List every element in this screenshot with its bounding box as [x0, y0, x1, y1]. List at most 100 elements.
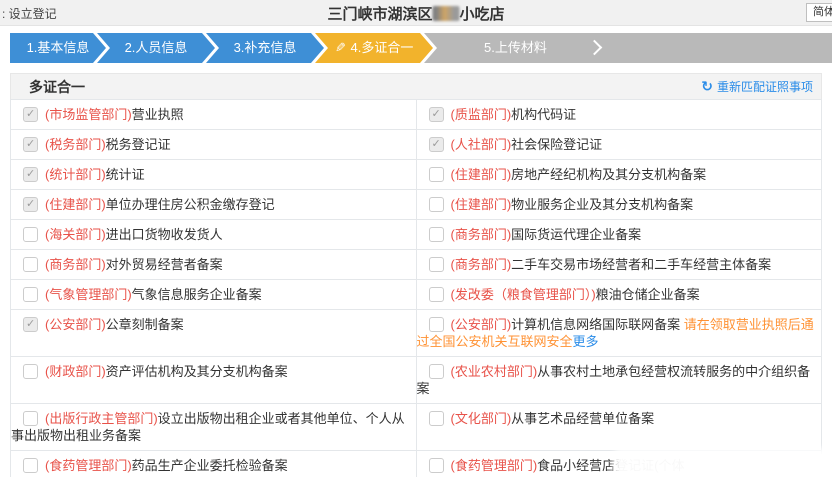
page-title-prefix: 三门峡市湖滨区	[327, 6, 432, 23]
cert-label: 物业服务企业及其分支机构备案	[511, 197, 693, 212]
wizard-step-5-label: 5.上传材料	[484, 40, 547, 55]
cert-label: 二手车交易市场经营者和二手车经营主体备案	[511, 257, 771, 272]
cert-cell: (商务部门)国际货运代理企业备案	[416, 220, 822, 250]
checkbox[interactable]	[429, 411, 444, 426]
wizard-step-3-label: 3.补充信息	[234, 40, 297, 55]
refresh-icon: ↻	[701, 78, 713, 95]
checkbox[interactable]	[23, 197, 38, 212]
cert-label: 粮油仓储企业备案	[596, 287, 700, 302]
wizard-step-4-label: 4.多证合一	[351, 40, 414, 55]
language-button[interactable]: 简体	[806, 3, 832, 22]
censored-region	[619, 454, 831, 477]
dept-label: (质监部门)	[451, 107, 512, 122]
more-link[interactable]: 更多	[573, 334, 599, 349]
wizard-step-5[interactable]: 5.上传材料	[424, 33, 832, 63]
dept-label: (气象管理部门)	[45, 287, 132, 302]
cert-cell: (税务部门)税务登记证	[11, 130, 417, 160]
cert-cell: (商务部门)二手车交易市场经营者和二手车经营主体备案	[416, 250, 822, 280]
table-row: (财政部门)资产评估机构及其分支机构备案 (农业农村部门)从事农村土地承包经营权…	[11, 357, 822, 404]
checkbox[interactable]	[23, 257, 38, 272]
cert-cell: (出版行政主管部门)设立出版物出租企业或者其他单位、个人从事出版物出租业务备案	[11, 404, 417, 451]
wizard-step-2-label: 2.人员信息	[125, 40, 188, 55]
cert-label: 统计证	[106, 167, 145, 182]
cert-cell: (食药管理部门)药品生产企业委托检验备案	[11, 451, 417, 477]
dept-label: (住建部门)	[451, 197, 512, 212]
checkbox[interactable]	[429, 167, 444, 182]
checkbox[interactable]	[23, 167, 38, 182]
dept-label: (文化部门)	[451, 411, 512, 426]
page-title: 三门峡市湖滨区 小吃店	[327, 3, 504, 24]
checkbox[interactable]	[429, 227, 444, 242]
cert-label: 计算机信息网络国际联网备案	[511, 317, 680, 332]
cert-cell: (公安部门)公章刻制备案	[11, 310, 417, 357]
cert-cell: (商务部门)对外贸易经营者备案	[11, 250, 417, 280]
checkbox[interactable]	[429, 287, 444, 302]
cert-label: 单位办理住房公积金缴存登记	[106, 197, 275, 212]
rematch-certificates-link[interactable]: ↻ 重新匹配证照事项	[701, 78, 813, 95]
checkbox[interactable]	[23, 317, 38, 332]
cert-cell: (质监部门)机构代码证	[416, 100, 822, 130]
cert-cell: (人社部门)社会保险登记证	[416, 130, 822, 160]
cert-label: 社会保险登记证	[511, 137, 602, 152]
cert-label: 房地产经纪机构及其分支机构备案	[511, 167, 706, 182]
cert-cell: (农业农村部门)从事农村土地承包经营权流转服务的中介组织备案	[416, 357, 822, 404]
checkbox[interactable]	[23, 227, 38, 242]
cert-cell: (公安部门)计算机信息网络国际联网备案 请在领取营业执照后通过全国公安机关互联网…	[416, 310, 822, 357]
wizard-step-1[interactable]: 1.基本信息	[10, 33, 106, 63]
cert-label: 进出口货物收发货人	[106, 227, 223, 242]
wizard-step-4-active[interactable]: ✎4.多证合一	[315, 33, 433, 63]
registration-type-label: : 设立登记	[2, 5, 57, 22]
checkbox[interactable]	[429, 107, 444, 122]
checkbox[interactable]	[429, 364, 444, 379]
checkbox[interactable]	[23, 411, 38, 426]
checkbox[interactable]	[429, 458, 444, 473]
table-row: (统计部门)统计证 (住建部门)房地产经纪机构及其分支机构备案	[11, 160, 822, 190]
step-wizard: 1.基本信息 2.人员信息 3.补充信息 ✎4.多证合一 5.上传材料	[0, 33, 832, 63]
section-title: 多证合一	[29, 77, 85, 97]
cert-cell: (住建部门)房地产经纪机构及其分支机构备案	[416, 160, 822, 190]
cert-label: 机构代码证	[511, 107, 576, 122]
checkbox[interactable]	[429, 317, 444, 332]
wizard-step-3[interactable]: 3.补充信息	[206, 33, 324, 63]
cert-cell: (气象管理部门)气象信息服务企业备案	[11, 280, 417, 310]
rematch-certificates-label: 重新匹配证照事项	[717, 80, 813, 94]
table-row: (住建部门)单位办理住房公积金缴存登记 (住建部门)物业服务企业及其分支机构备案	[11, 190, 822, 220]
table-row: (公安部门)公章刻制备案 (公安部门)计算机信息网络国际联网备案 请在领取营业执…	[11, 310, 822, 357]
wizard-step-2[interactable]: 2.人员信息	[97, 33, 215, 63]
cert-cell: (住建部门)单位办理住房公积金缴存登记	[11, 190, 417, 220]
checkbox[interactable]	[23, 458, 38, 473]
dept-label: (公安部门)	[45, 317, 106, 332]
cert-label: 营业执照	[132, 107, 184, 122]
table-row: (气象管理部门)气象信息服务企业备案 (发改委（粮食管理部门）)粮油仓储企业备案	[11, 280, 822, 310]
dept-label: (税务部门)	[45, 137, 106, 152]
checkbox[interactable]	[23, 137, 38, 152]
checkbox[interactable]	[23, 107, 38, 122]
cert-label: 税务登记证	[106, 137, 171, 152]
table-row: (市场监管部门)营业执照 (质监部门)机构代码证	[11, 100, 822, 130]
dept-label: (商务部门)	[45, 257, 106, 272]
cert-cell: (住建部门)物业服务企业及其分支机构备案	[416, 190, 822, 220]
cert-cell: (统计部门)统计证	[11, 160, 417, 190]
checkbox[interactable]	[429, 197, 444, 212]
cert-label: 从事艺术品经营单位备案	[511, 411, 654, 426]
chevron-right-icon	[587, 40, 603, 56]
checkbox[interactable]	[23, 364, 38, 379]
cert-cell: (财政部门)资产评估机构及其分支机构备案	[11, 357, 417, 404]
cert-label: 国际货运代理企业备案	[511, 227, 641, 242]
table-row: (出版行政主管部门)设立出版物出租企业或者其他单位、个人从事出版物出租业务备案 …	[11, 404, 822, 451]
censored-region	[433, 6, 460, 21]
dept-label: (食药管理部门)	[451, 458, 538, 473]
cert-cell: (发改委（粮食管理部门）)粮油仓储企业备案	[416, 280, 822, 310]
table-row: (海关部门)进出口货物收发货人 (商务部门)国际货运代理企业备案	[11, 220, 822, 250]
cert-cell: (文化部门)从事艺术品经营单位备案	[416, 404, 822, 451]
checkbox[interactable]	[23, 287, 38, 302]
table-row: (税务部门)税务登记证 (人社部门)社会保险登记证	[11, 130, 822, 160]
page-title-suffix: 小吃店	[460, 6, 505, 23]
dept-label: (住建部门)	[451, 167, 512, 182]
cert-label: 对外贸易经营者备案	[106, 257, 223, 272]
checkbox[interactable]	[429, 137, 444, 152]
dept-label: (人社部门)	[451, 137, 512, 152]
multi-cert-panel: 多证合一 ↻重新匹配证照事项 (市场监管部门)营业执照 (质监部门)机构代码证 …	[10, 73, 822, 477]
checkbox[interactable]	[429, 257, 444, 272]
dept-label: (市场监管部门)	[45, 107, 132, 122]
